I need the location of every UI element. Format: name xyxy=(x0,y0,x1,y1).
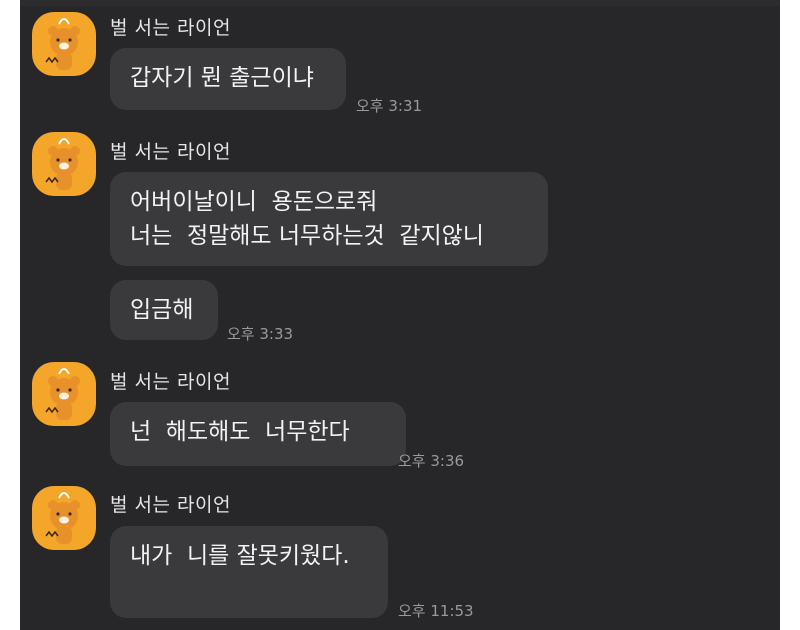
message-bubble[interactable]: 갑자기 뭔 출근이냐 xyxy=(110,48,346,110)
message-bubble[interactable]: 입금해 xyxy=(110,280,218,340)
sender-name: 벌 서는 라이언 xyxy=(110,494,231,516)
message-time: 오후 11:53 xyxy=(398,602,474,620)
ryan-punished-avatar-icon[interactable] xyxy=(32,486,96,550)
top-edge xyxy=(20,0,780,6)
ryan-punished-avatar-icon[interactable] xyxy=(32,132,96,196)
message-bubble[interactable]: 내가 니를 잘못키웠다. xyxy=(110,526,388,618)
ryan-punished-avatar-icon[interactable] xyxy=(32,12,96,76)
sender-name: 벌 서는 라이언 xyxy=(110,371,231,393)
sender-name: 벌 서는 라이언 xyxy=(110,17,231,39)
message-bubble[interactable]: 어버이날이니 용돈으로줘 너는 정말해도 너무하는것 같지않니 xyxy=(110,172,548,266)
chat-screen: 벌 서는 라이언 갑자기 뭔 출근이냐 오후 3:31 벌 서는 라이언 어버이… xyxy=(20,0,780,630)
ryan-punished-avatar-icon[interactable] xyxy=(32,362,96,426)
message-time: 오후 3:31 xyxy=(356,97,423,115)
message-time: 오후 3:36 xyxy=(398,452,465,470)
sender-name: 벌 서는 라이언 xyxy=(110,141,231,163)
message-time: 오후 3:33 xyxy=(227,325,294,343)
message-bubble[interactable]: 넌 해도해도 너무한다 xyxy=(110,402,406,466)
